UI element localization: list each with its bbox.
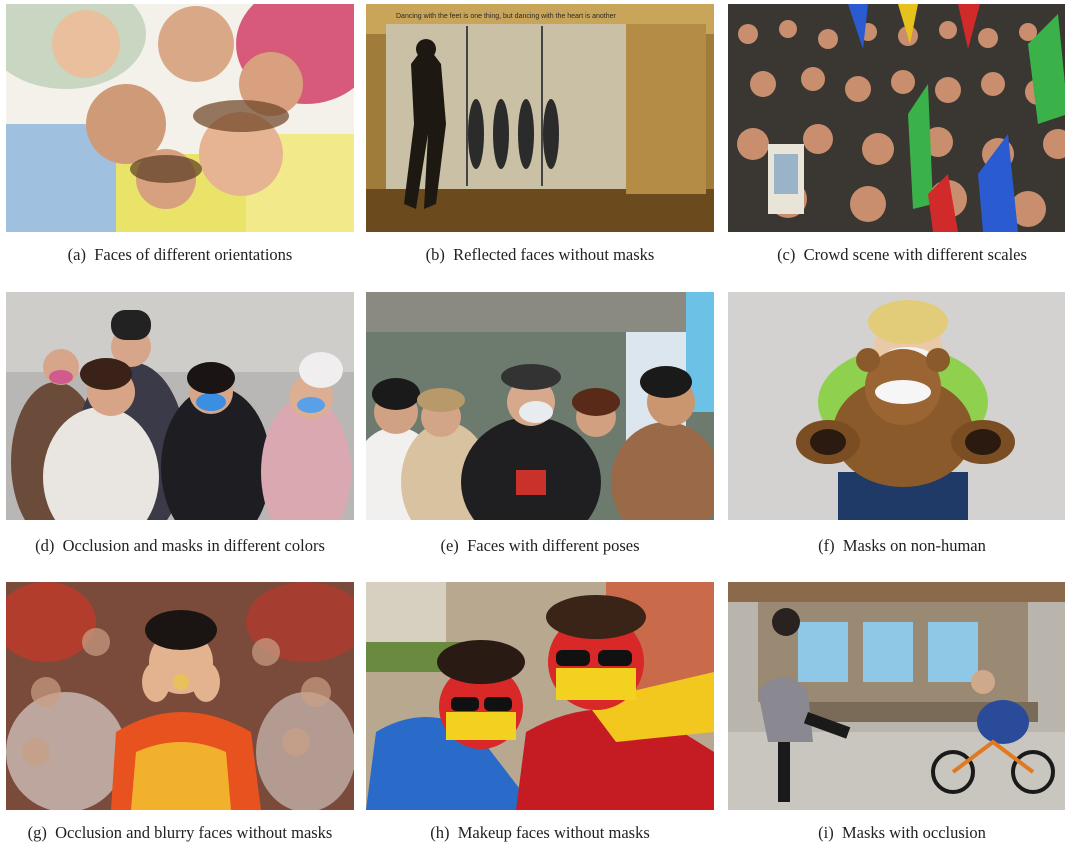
photo-street-crowd: [366, 292, 714, 520]
caption-b: (b) Reflected faces without masks: [425, 245, 655, 264]
caption-d: (d) Occlusion and masks in different col…: [35, 536, 325, 555]
photo-park-child-bicycle: [728, 582, 1065, 810]
panel-i: (i) Masks with occlusion: [728, 582, 1065, 842]
caption-e: (e) Faces with different poses: [440, 536, 640, 555]
panel-h: (h) Makeup faces without masks: [366, 582, 714, 842]
photo-people-with-face-masks: [6, 292, 354, 520]
panel-f: (f) Masks on non-human: [728, 292, 1065, 555]
panel-d: (d) Occlusion and masks in different col…: [6, 292, 354, 555]
studio-wall-text: Dancing with the feet is one thing, but …: [396, 13, 617, 20]
photo-athlete-with-medal: [6, 582, 354, 810]
caption-i: (i) Masks with occlusion: [818, 823, 986, 842]
panel-a: (a) Faces of different orientations: [6, 4, 354, 264]
panel-b: Dancing with the feet is one thing, but …: [366, 4, 714, 264]
caption-f: (f) Masks on non-human: [818, 536, 986, 555]
panel-c: (c) Crowd scene with different scales: [728, 4, 1065, 264]
caption-h: (h) Makeup faces without masks: [430, 823, 650, 842]
panel-e: (e) Faces with different poses: [366, 292, 714, 555]
panel-g: (g) Occlusion and blurry faces without m…: [6, 582, 354, 842]
photo-family-looking-down: [6, 4, 354, 232]
photo-girl-with-teddy-bear: [728, 292, 1065, 520]
caption-c: (c) Crowd scene with different scales: [777, 245, 1027, 264]
caption-g: (g) Occlusion and blurry faces without m…: [27, 823, 333, 842]
photo-dance-studio-mirror: Dancing with the feet is one thing, but …: [366, 4, 714, 232]
photo-fans-with-face-paint: [366, 582, 714, 810]
photo-crowd-with-flags: [728, 4, 1065, 232]
caption-a: (a) Faces of different orientations: [67, 245, 293, 264]
